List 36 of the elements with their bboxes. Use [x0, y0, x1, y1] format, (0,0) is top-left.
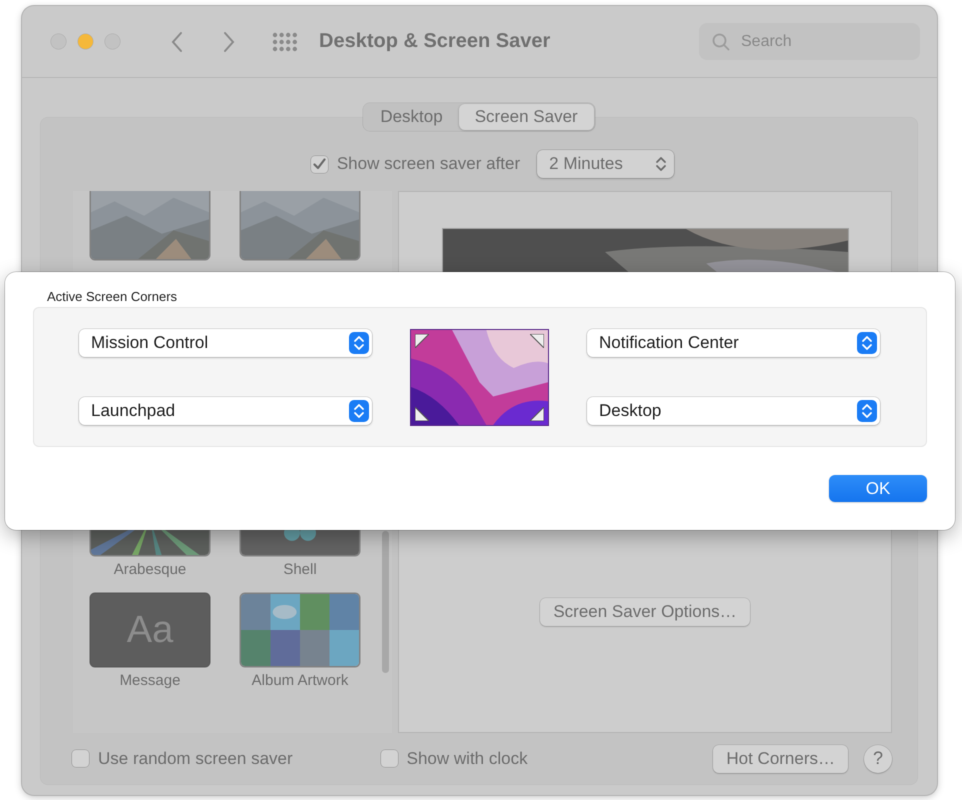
tab[interactable]: Desktop: [364, 104, 459, 130]
help-button[interactable]: ?: [864, 744, 892, 772]
options-button[interactable]: Screen Saver Options…: [540, 598, 750, 626]
popup-menu[interactable]: Mission Control: [79, 329, 372, 357]
checkbox-label: Show screen saver after: [336, 154, 520, 174]
stepper-icon: [857, 400, 877, 422]
checkbox-label: Show with clock: [406, 748, 528, 768]
back-icon[interactable]: [170, 30, 184, 52]
checkbox[interactable]: [310, 156, 328, 172]
checkbox[interactable]: [380, 750, 398, 767]
search-field[interactable]: Search: [699, 23, 920, 60]
scrollbar[interactable]: [382, 531, 389, 673]
minimize-button[interactable]: [78, 34, 93, 49]
window-title: Desktop & Screen Saver: [319, 30, 550, 53]
checkbox-label: Use random screen saver: [98, 748, 293, 768]
close-button[interactable]: [51, 34, 66, 49]
tab[interactable]: Screen Saver: [458, 104, 594, 130]
saver-name: Message: [120, 672, 180, 689]
saver-name: Album Artwork: [252, 672, 348, 689]
corner-icon: [415, 334, 429, 348]
hot-corners-button[interactable]: Hot Corners…: [713, 744, 848, 772]
checkbox[interactable]: [72, 750, 89, 767]
forward-icon[interactable]: [222, 30, 236, 52]
stepper-icon: [349, 400, 369, 422]
saver-name: Arabesque: [114, 561, 186, 578]
search-icon: [712, 33, 730, 51]
zoom-button[interactable]: [105, 34, 120, 49]
popup-menu[interactable]: 2 Minutes: [537, 150, 674, 178]
grid-icon[interactable]: [272, 32, 298, 52]
corner-icon: [415, 407, 429, 421]
sheet-title: Active Screen Corners: [47, 289, 178, 306]
stepper-icon: [349, 332, 369, 354]
popup-menu[interactable]: Launchpad: [79, 397, 372, 425]
stepper-icon: [857, 332, 877, 354]
ok-button[interactable]: OK: [829, 475, 927, 502]
saver-name: Shell: [283, 561, 317, 578]
